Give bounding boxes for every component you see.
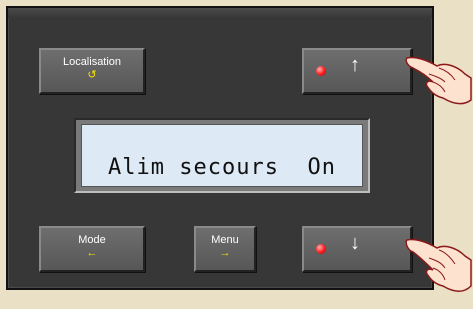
mode-label: Mode (78, 234, 106, 246)
lcd-display: Alim secours On (81, 124, 363, 187)
pointing-hand-icon (405, 56, 472, 105)
red-led-icon (316, 244, 326, 254)
up-button[interactable]: ↑ (302, 48, 412, 94)
arrow-right-icon: → (219, 247, 231, 259)
menu-label: Menu (211, 234, 239, 246)
rotate-icon: ↺ (87, 69, 97, 81)
arrow-up-icon: ↑ (350, 54, 360, 76)
control-panel: Localisation ↺ ↑ Alim secours On Mode ← … (6, 6, 434, 290)
mode-button[interactable]: Mode ← (39, 226, 145, 272)
panel-top-bevel (8, 8, 432, 18)
pointing-hand-icon (405, 238, 472, 292)
arrow-down-icon: ↓ (350, 232, 360, 254)
arrow-left-icon: ← (86, 247, 98, 259)
menu-button[interactable]: Menu → (194, 226, 256, 272)
red-led-icon (316, 66, 326, 76)
localisation-label: Localisation (62, 56, 122, 68)
localisation-button[interactable]: Localisation ↺ (39, 48, 145, 94)
down-button[interactable]: ↓ (302, 226, 412, 272)
lcd-text: Alim secours On (108, 155, 336, 180)
lcd-display-frame: Alim secours On (74, 118, 370, 193)
